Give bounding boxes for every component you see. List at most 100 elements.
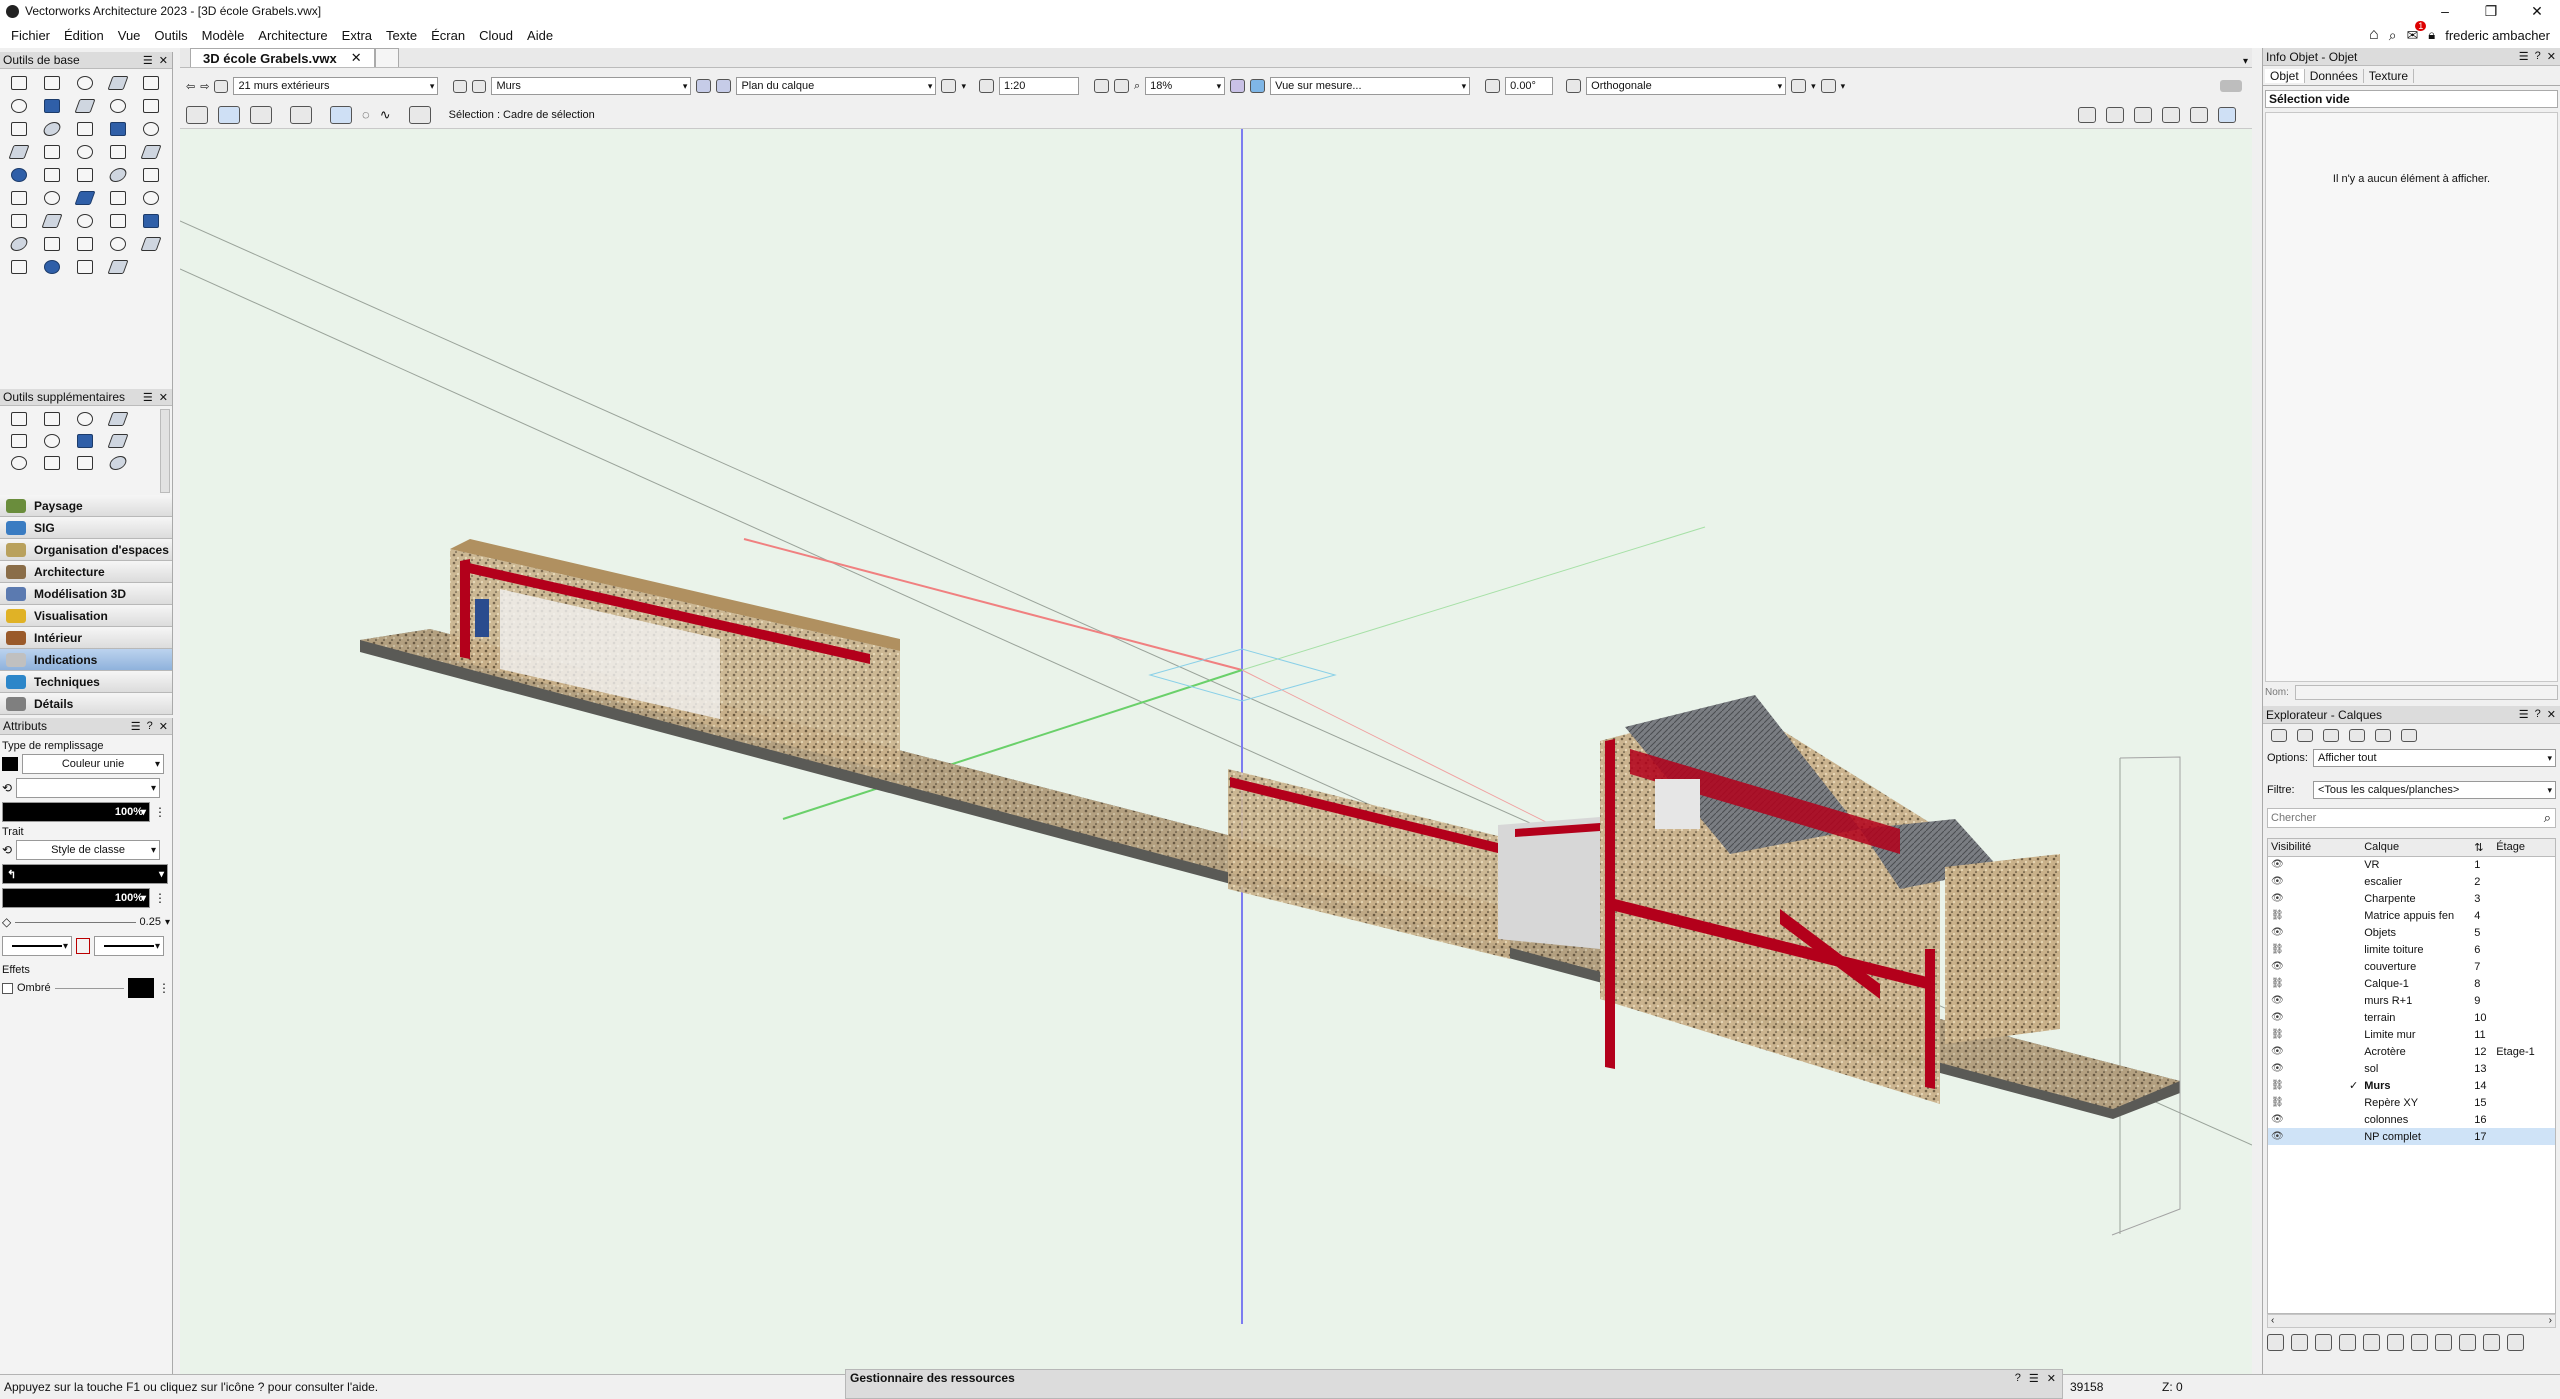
palette-interieur[interactable]: Intérieur	[0, 627, 172, 649]
snap-working-plane-icon[interactable]	[2459, 1334, 2476, 1351]
line-weight-slider[interactable]	[15, 921, 136, 923]
stroke-style-icon[interactable]: ⟲	[2, 843, 12, 857]
saved-view-select[interactable]: 21 murs extérieurs	[233, 77, 439, 95]
help-icon[interactable]: ?	[147, 720, 153, 733]
forward-icon[interactable]: ⇨	[200, 80, 209, 93]
chevron-down-icon[interactable]: ▾	[961, 81, 966, 92]
layer-row[interactable]: 👁︎ terrain 10	[2268, 1009, 2555, 1026]
tool-attribute-mapping[interactable]	[68, 163, 101, 186]
restore-button[interactable]: ❐	[2468, 0, 2514, 22]
rectangular-select-mode-icon[interactable]	[218, 105, 240, 124]
zoom-select[interactable]: 18%	[1145, 77, 1226, 95]
palette-sig[interactable]: SIG	[0, 517, 172, 539]
menu-fichier[interactable]: Fichier	[4, 28, 57, 43]
standard-view-select[interactable]: Vue sur mesure...	[1270, 77, 1471, 95]
layer-row[interactable]: ⛓︎ Repère XY 15	[2268, 1094, 2555, 1111]
menu-vue[interactable]: Vue	[111, 28, 148, 43]
search-input[interactable]	[2268, 812, 2544, 824]
tool-angular-dimension[interactable]	[35, 232, 68, 255]
tool-extra-target[interactable]	[101, 430, 134, 452]
line-weight-slider-icon[interactable]: ◇	[2, 915, 11, 929]
tool-clip[interactable]	[68, 209, 101, 232]
document-tab[interactable]: 3D école Grabels.vwx ✕	[190, 48, 375, 67]
projection-icon[interactable]	[1250, 79, 1266, 93]
scroll-left-icon[interactable]: ‹	[2271, 1315, 2274, 1327]
minimize-button[interactable]: –	[2422, 0, 2468, 22]
palette-details[interactable]: Détails	[0, 693, 172, 715]
drawing-area[interactable]	[180, 129, 2252, 1374]
close-window-button[interactable]: ✕	[2514, 0, 2560, 22]
fill-type-select[interactable]: Couleur unie	[22, 754, 164, 774]
eye-icon[interactable]: 👁︎	[2268, 873, 2346, 890]
tool-extra-hand[interactable]	[35, 452, 68, 474]
fit-to-page-icon[interactable]	[1113, 79, 1129, 93]
notifications-icon[interactable]: ✉ 1	[2407, 20, 2427, 44]
tool-reshape[interactable]	[101, 163, 134, 186]
lock-icon[interactable]: 🔒︎	[2428, 27, 2435, 43]
layers-horizontal-scrollbar[interactable]: ‹ ›	[2267, 1314, 2556, 1328]
tool-scale[interactable]	[68, 255, 101, 278]
tab-texture[interactable]: Texture	[2364, 68, 2415, 83]
fill-pattern-icon[interactable]: ⟲	[2, 781, 12, 795]
layer-plane-select[interactable]: Plan du calque	[736, 77, 937, 95]
search-icon[interactable]: ⌕	[2389, 27, 2397, 44]
class-visibility-icon[interactable]	[472, 79, 487, 93]
eye-icon[interactable]: 👁︎	[2268, 924, 2346, 941]
cutting-plane-icon[interactable]	[2190, 106, 2208, 123]
layer-row[interactable]: 👁︎ couverture 7	[2268, 958, 2555, 975]
resource-manager-bar[interactable]: Gestionnaire des ressources ? ☰ ✕	[845, 1369, 2063, 1399]
start-marker-select[interactable]	[2, 936, 72, 956]
chevron-down-icon[interactable]: ▾	[165, 917, 170, 928]
palette-paysage[interactable]: Paysage	[0, 495, 172, 517]
menu-architecture[interactable]: Architecture	[251, 28, 334, 43]
eye-icon[interactable]: 👁︎	[2268, 992, 2346, 1009]
tool-arc[interactable]	[134, 117, 167, 140]
box-select-icon[interactable]	[330, 105, 352, 124]
fit-to-objects-icon[interactable]	[1093, 79, 1109, 93]
hidden-icon[interactable]: ⛓︎	[2268, 1026, 2346, 1043]
layer-row[interactable]: 👁︎ NP complet 17	[2268, 1128, 2555, 1145]
tab-objet[interactable]: Objet	[2265, 68, 2305, 83]
tool-extra-dimension[interactable]	[2, 408, 35, 430]
fill-pattern-select[interactable]	[16, 778, 161, 798]
tool-locus[interactable]	[35, 94, 68, 117]
tool-rectangle[interactable]	[2, 117, 35, 140]
tool-callout[interactable]	[2, 94, 35, 117]
line-weight-value[interactable]: 0.25	[140, 916, 161, 928]
layer-row[interactable]: ⛓︎ limite toiture 6	[2268, 941, 2555, 958]
layer-row[interactable]: 👁︎ murs R+1 9	[2268, 992, 2555, 1009]
tool-extra-angle[interactable]	[68, 408, 101, 430]
render-quality-icon[interactable]	[2134, 106, 2152, 123]
tool-dimension[interactable]	[134, 209, 167, 232]
layer-row[interactable]: 👁︎ escalier 2	[2268, 873, 2555, 890]
name-field[interactable]	[2294, 684, 2558, 700]
tool-chamfer[interactable]	[35, 209, 68, 232]
shadow-color-swatch[interactable]	[128, 978, 154, 998]
tool-rounded-rectangle[interactable]	[35, 117, 68, 140]
panel-close-icon[interactable]: ✕	[159, 391, 168, 404]
more-options-icon[interactable]: ⋮	[158, 981, 170, 995]
duplicate-layer-icon[interactable]	[2323, 728, 2339, 742]
stroke-color-field[interactable]: ↰	[2, 864, 168, 884]
panel-close-icon[interactable]: ✕	[2547, 50, 2556, 63]
tool-zoom[interactable]	[101, 71, 134, 94]
tool-freehand[interactable]	[2, 140, 35, 163]
eye-icon[interactable]: 👁︎	[2268, 958, 2346, 975]
tool-extra-rope[interactable]	[68, 452, 101, 474]
lighting-options-icon[interactable]	[1820, 79, 1836, 93]
class-icon[interactable]	[453, 79, 468, 93]
tool-extra-arch[interactable]	[35, 430, 68, 452]
tool-double-polygon[interactable]	[101, 140, 134, 163]
layer-row[interactable]: 👁︎ sol 13	[2268, 1060, 2555, 1077]
link-markers-icon[interactable]	[76, 938, 90, 954]
tool-polyline[interactable]	[35, 140, 68, 163]
layer-row[interactable]: 👁︎ Acrotère 12 Etage-1	[2268, 1043, 2555, 1060]
palette-techniques[interactable]: Techniques	[0, 671, 172, 693]
layer-plane-icon[interactable]	[696, 79, 712, 93]
tool-extra-circle[interactable]	[68, 430, 101, 452]
hidden-icon[interactable]: ⛓︎	[2268, 1077, 2346, 1094]
panel-close-icon[interactable]: ✕	[2047, 1372, 2056, 1385]
fill-color-swatch[interactable]	[2, 757, 18, 771]
layer-settings-icon[interactable]	[2375, 728, 2391, 742]
tool-flyover[interactable]	[68, 71, 101, 94]
